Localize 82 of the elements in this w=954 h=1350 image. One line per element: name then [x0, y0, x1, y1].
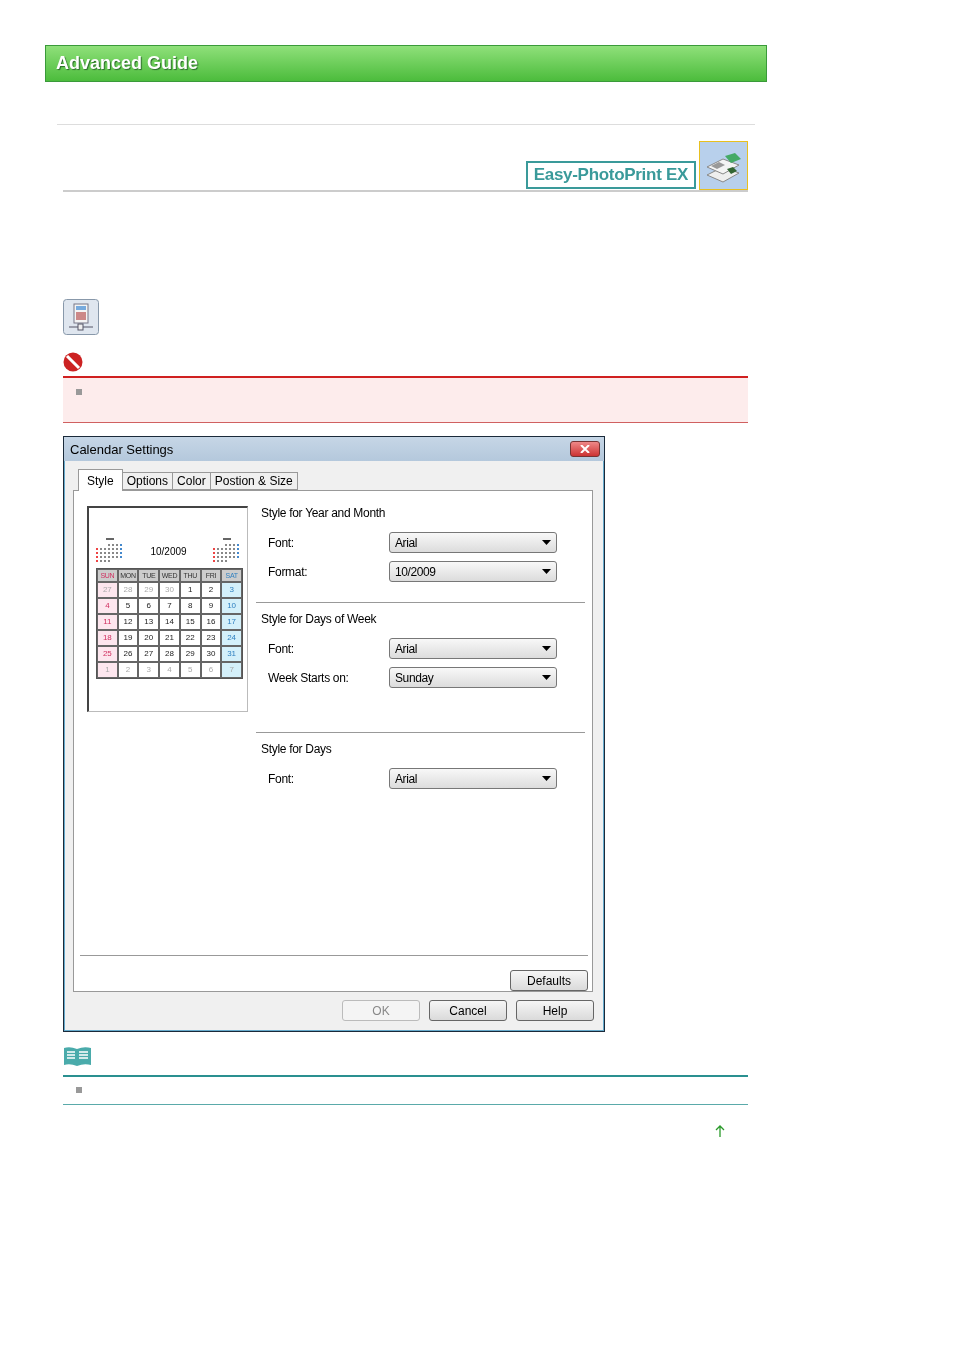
- photo-stack-icon: [699, 141, 748, 190]
- field-label: Week Starts on:: [268, 670, 350, 685]
- defaults-button[interactable]: Defaults: [510, 970, 588, 991]
- up-arrow-icon[interactable]: [715, 1125, 725, 1137]
- day-cell: 7: [221, 662, 242, 678]
- day-cell: 7: [159, 598, 180, 614]
- day-cell: 15: [179, 614, 201, 630]
- day-cell: 27: [97, 582, 118, 598]
- dialog-button[interactable]: Help: [516, 1000, 594, 1021]
- prohibited-icon: [63, 352, 83, 372]
- day-cell: 30: [159, 582, 180, 598]
- dropdown[interactable]: Arial: [389, 532, 557, 553]
- section-title: Style for Year and Month: [261, 506, 387, 522]
- day-cell: 1: [179, 582, 201, 598]
- bullet-icon: [76, 389, 82, 395]
- header-title: Advanced Guide: [56, 53, 199, 74]
- dropdown[interactable]: Arial: [389, 768, 557, 789]
- field-label: Font:: [268, 641, 295, 656]
- day-cell: 29: [179, 646, 201, 662]
- day-cell: 30: [200, 646, 222, 662]
- day-cell: 4: [159, 662, 180, 678]
- day-cell: 16: [200, 614, 222, 630]
- day-cell: 12: [117, 614, 139, 630]
- day-cell: 19: [117, 630, 139, 646]
- book-icon: [63, 1046, 92, 1068]
- caret-icon: [542, 675, 551, 680]
- day-cell: 24: [221, 630, 242, 646]
- section-title: Style for Days: [261, 742, 333, 758]
- day-cell: 3: [221, 582, 242, 598]
- day-cell: 20: [138, 630, 160, 646]
- close-icon: [580, 445, 590, 453]
- day-cell: 27: [138, 646, 160, 662]
- day-cell: 2: [117, 662, 139, 678]
- day-cell: 5: [179, 662, 201, 678]
- mini-calendar-drawing: [96, 538, 124, 564]
- day-cell: 23: [200, 630, 222, 646]
- day-cell: 26: [117, 646, 139, 662]
- day-cell: 17: [221, 614, 242, 630]
- dropdown[interactable]: Arial: [389, 638, 557, 659]
- day-cell: 13: [138, 614, 160, 630]
- tab[interactable]: Options: [121, 472, 174, 490]
- day-cell: 31: [221, 646, 242, 662]
- day-cell: 2: [200, 582, 222, 598]
- day-cell: 14: [159, 614, 180, 630]
- section-title: Style for Days of Week: [261, 612, 378, 628]
- day-cell: 28: [159, 646, 180, 662]
- field-label: Font:: [268, 535, 295, 550]
- dropdown[interactable]: 10/2009: [389, 561, 557, 582]
- close-button[interactable]: [570, 441, 600, 457]
- bullet-icon: [76, 1087, 82, 1093]
- caret-icon: [542, 646, 551, 651]
- day-cell: 10: [221, 598, 242, 614]
- day-cell: 25: [97, 646, 118, 662]
- day-cell: 9: [200, 598, 222, 614]
- day-cell: 18: [97, 630, 118, 646]
- tab[interactable]: Color: [172, 472, 211, 490]
- product-logo: Easy-PhotoPrint EX: [525, 161, 696, 189]
- day-cell: 21: [159, 630, 180, 646]
- field-label: Font:: [268, 771, 295, 786]
- dropdown[interactable]: Sunday: [389, 667, 557, 688]
- day-cell: 6: [200, 662, 222, 678]
- caret-icon: [542, 569, 551, 574]
- day-cell: 1: [97, 662, 118, 678]
- day-cell: 3: [138, 662, 160, 678]
- caret-icon: [542, 776, 551, 781]
- mini-calendar-drawing: [213, 538, 241, 564]
- dialog-button[interactable]: Cancel: [429, 1000, 507, 1021]
- preview-month: 10/2009: [150, 545, 187, 557]
- day-cell: 22: [179, 630, 201, 646]
- settings-panel-icon: [63, 299, 99, 335]
- field-label: Format:: [268, 564, 309, 579]
- dialog-title: Calendar Settings: [70, 441, 174, 457]
- day-cell: 5: [117, 598, 139, 614]
- day-cell: 11: [97, 614, 118, 630]
- tab[interactable]: Style: [78, 469, 123, 491]
- day-cell: 28: [117, 582, 139, 598]
- tab[interactable]: Postion & Size: [209, 472, 298, 490]
- day-cell: 29: [138, 582, 160, 598]
- day-cell: 8: [179, 598, 201, 614]
- day-cell: 6: [138, 598, 160, 614]
- day-cell: 4: [97, 598, 118, 614]
- caret-icon: [542, 540, 551, 545]
